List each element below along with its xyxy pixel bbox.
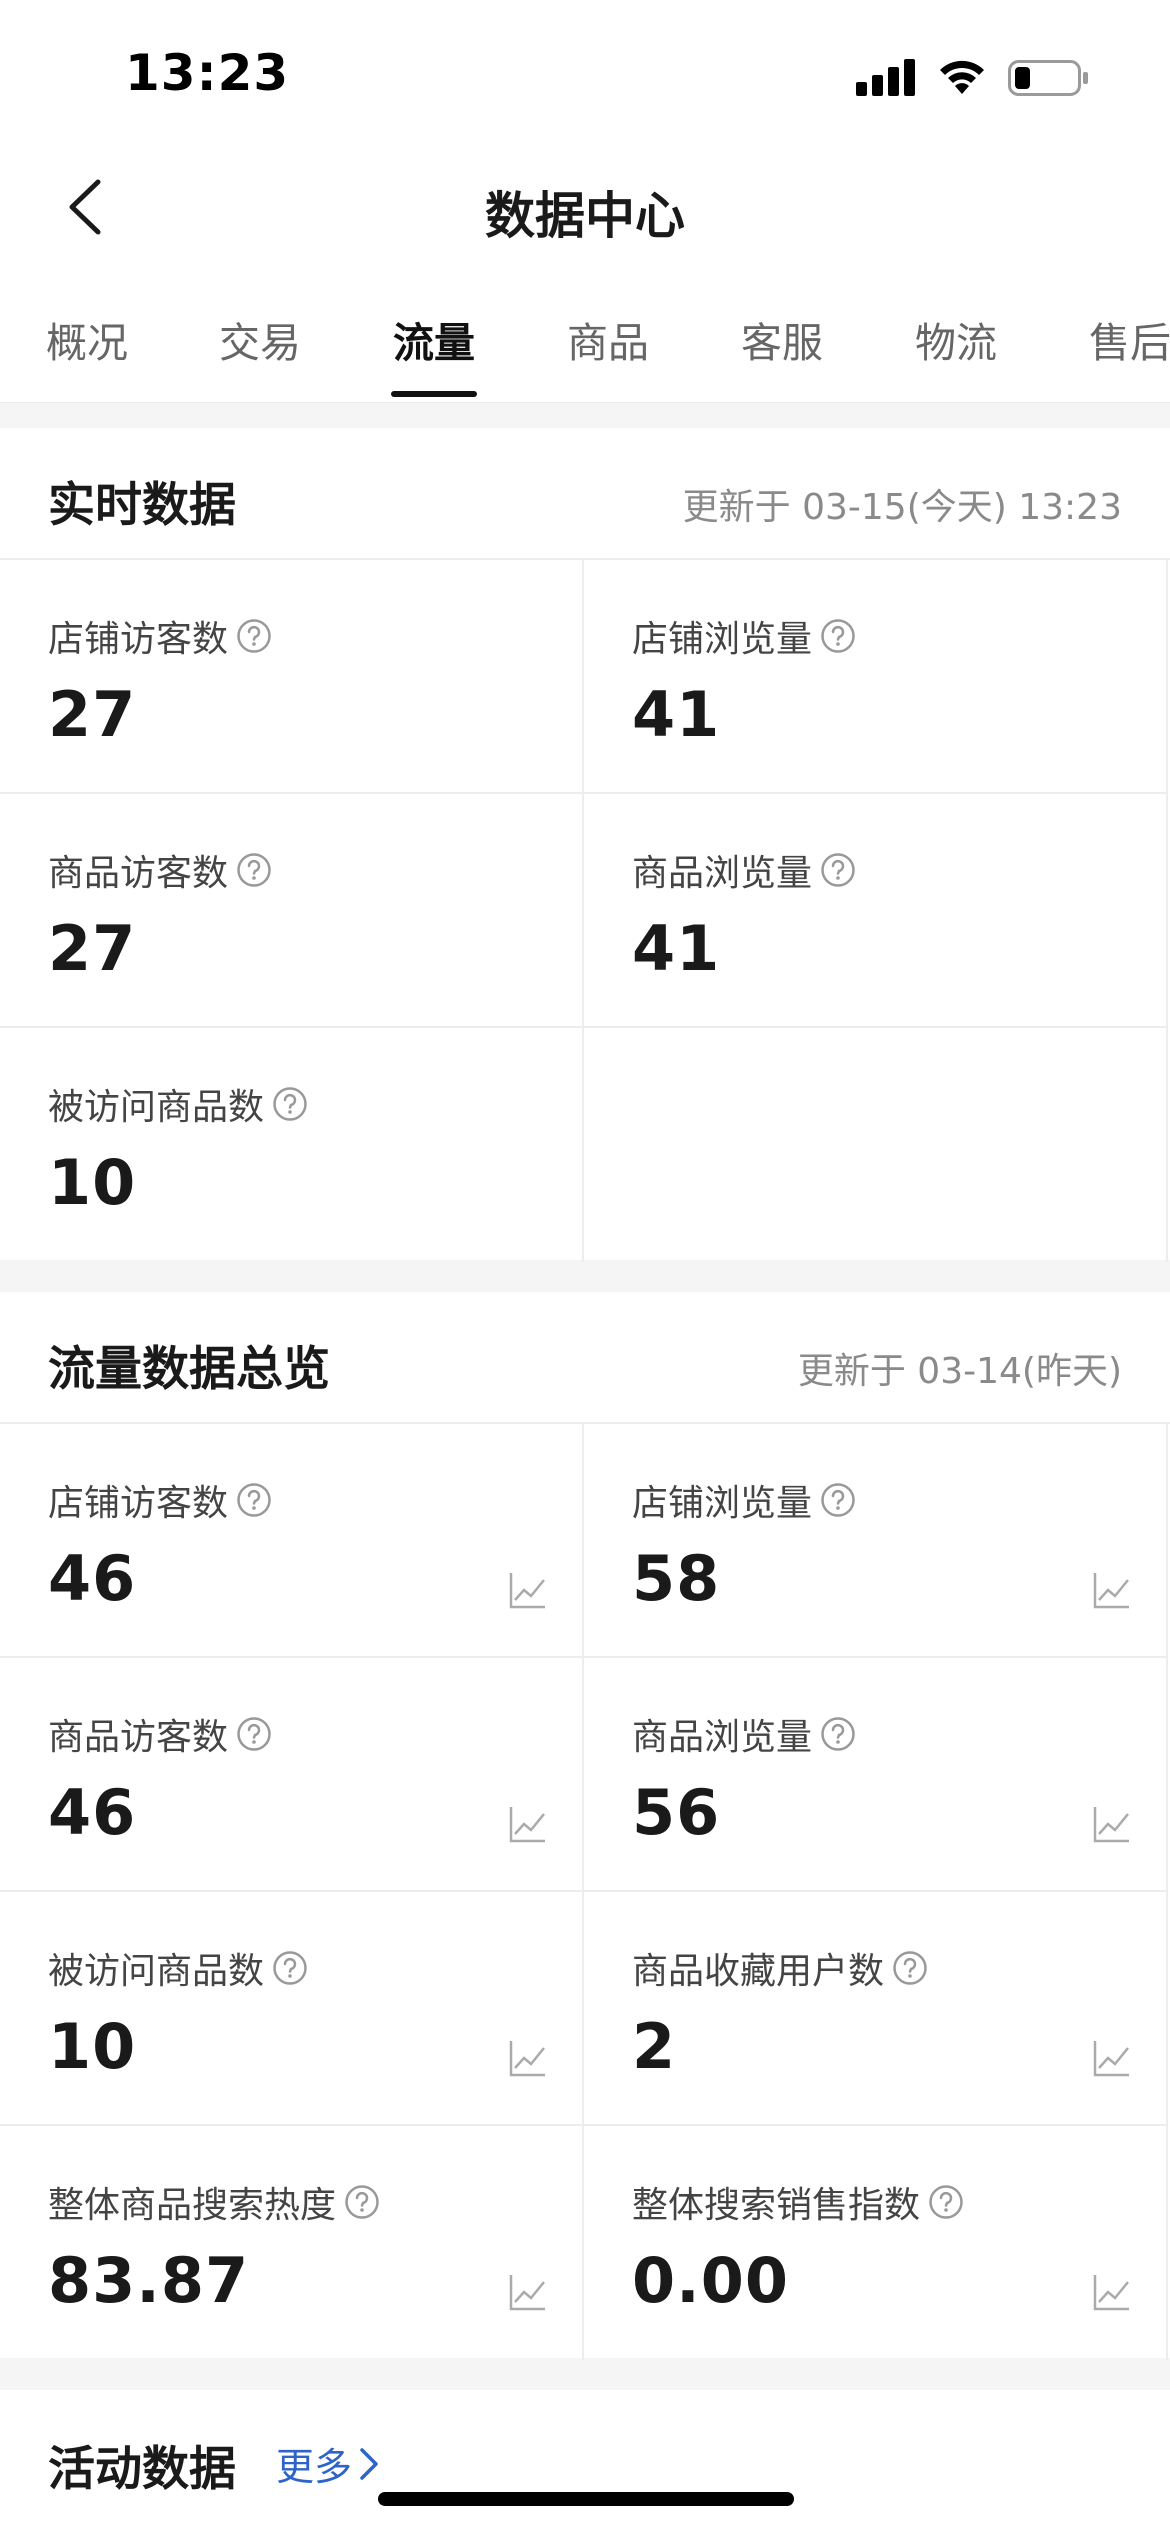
status-bar: 13:23	[0, 0, 1170, 150]
metric-label: 店铺浏览量	[632, 1483, 813, 1524]
tab-after-sales[interactable]: 售后	[1089, 309, 1170, 369]
metric-label: 商品浏览量	[632, 1717, 813, 1758]
page-title: 数据中心	[485, 187, 685, 245]
realtime-section-header: 实时数据 更新于 03-15(今天) 13:23	[0, 428, 1170, 560]
home-indicator	[378, 2492, 794, 2506]
help-icon[interactable]	[344, 2184, 380, 2220]
trend-chart-icon[interactable]	[508, 2038, 548, 2078]
update-time: 更新于 03-15(今天) 13:23	[682, 487, 1122, 528]
metric-card[interactable]: 商品浏览量 41	[584, 794, 1168, 1028]
trend-chart-icon[interactable]	[1092, 2038, 1132, 2078]
metric-value: 58	[632, 1542, 721, 1615]
metric-value: 83.87	[48, 2244, 250, 2317]
trend-chart-icon[interactable]	[508, 1804, 548, 1844]
metric-label: 商品浏览量	[632, 853, 813, 894]
trend-chart-icon[interactable]	[508, 2272, 548, 2312]
trend-chart-icon[interactable]	[1092, 2272, 1132, 2312]
metric-card[interactable]: 店铺访客数 46	[0, 1424, 584, 1658]
active-tab-indicator	[391, 391, 477, 397]
metric-card[interactable]: 整体搜索销售指数 0.00	[584, 2126, 1168, 2360]
metric-label: 整体商品搜索热度	[48, 2185, 337, 2226]
update-time: 更新于 03-14(昨天)	[797, 1351, 1122, 1392]
help-icon[interactable]	[892, 1950, 928, 1986]
battery-icon	[1008, 60, 1088, 96]
more-link[interactable]: 更多	[276, 2436, 380, 2491]
metric-value: 27	[48, 912, 137, 985]
help-icon[interactable]	[272, 1086, 308, 1122]
metric-card[interactable]: 商品收藏用户数 2	[584, 1892, 1168, 2126]
metric-value: 10	[48, 1146, 137, 1219]
metric-card[interactable]: 商品访客数 27	[0, 794, 584, 1028]
metric-card[interactable]: 商品浏览量 56	[584, 1658, 1168, 1892]
help-icon[interactable]	[272, 1950, 308, 1986]
metric-label: 被访问商品数	[48, 1951, 265, 1992]
tab-products[interactable]: 商品	[567, 309, 649, 369]
section-title: 流量数据总览	[48, 1342, 330, 1397]
trend-chart-icon[interactable]	[1092, 1804, 1132, 1844]
section-title: 实时数据	[48, 478, 236, 533]
help-icon[interactable]	[820, 1482, 856, 1518]
help-icon[interactable]	[236, 618, 272, 654]
trend-chart-icon[interactable]	[1092, 1570, 1132, 1610]
metric-value: 27	[48, 678, 137, 751]
activity-data-section: 活动数据 更多	[0, 2390, 1170, 2532]
tab-traffic[interactable]: 流量	[393, 309, 475, 369]
tab-bar: 概况 交易 流量 商品 客服 物流 售后	[0, 265, 1170, 403]
metric-card[interactable]: 店铺浏览量 58	[584, 1424, 1168, 1658]
metric-card[interactable]: 店铺访客数 27	[0, 560, 584, 794]
help-icon[interactable]	[236, 1482, 272, 1518]
navigation-bar: 数据中心	[0, 150, 1170, 265]
status-time: 13:23	[125, 44, 290, 102]
metric-card[interactable]: 商品访客数 46	[0, 1658, 584, 1892]
metric-card[interactable]: 整体商品搜索热度 83.87	[0, 2126, 584, 2360]
help-icon[interactable]	[820, 1716, 856, 1752]
more-label: 更多	[276, 2445, 353, 2489]
traffic-overview-section: 流量数据总览 更新于 03-14(昨天) 店铺访客数 46 店铺浏览量 58 商…	[0, 1292, 1170, 2360]
tab-transactions[interactable]: 交易	[219, 309, 301, 369]
metric-label: 店铺访客数	[48, 1483, 229, 1524]
metric-value: 0.00	[632, 2244, 789, 2317]
metric-label: 被访问商品数	[48, 1087, 265, 1128]
realtime-data-section: 实时数据 更新于 03-15(今天) 13:23 店铺访客数 27 店铺浏览量 …	[0, 428, 1170, 1262]
help-icon[interactable]	[820, 618, 856, 654]
metric-label: 商品访客数	[48, 853, 229, 894]
metric-value: 41	[632, 912, 721, 985]
metric-value: 10	[48, 2010, 137, 2083]
wifi-icon	[940, 60, 984, 94]
cellular-signal-icon	[856, 58, 916, 96]
metric-card[interactable]: 店铺浏览量 41	[584, 560, 1168, 794]
metric-value: 46	[48, 1776, 137, 1849]
trend-chart-icon[interactable]	[508, 1570, 548, 1610]
metric-card[interactable]: 被访问商品数 10	[0, 1028, 584, 1262]
metric-label: 整体搜索销售指数	[632, 2185, 921, 2226]
section-title: 活动数据	[48, 2442, 236, 2497]
help-icon[interactable]	[820, 852, 856, 888]
metric-label: 店铺浏览量	[632, 619, 813, 660]
help-icon[interactable]	[928, 2184, 964, 2220]
empty-cell	[584, 1028, 1168, 1262]
help-icon[interactable]	[236, 1716, 272, 1752]
metric-label: 商品收藏用户数	[632, 1951, 885, 1992]
chevron-right-icon	[360, 2447, 378, 2480]
help-icon[interactable]	[236, 852, 272, 888]
metric-label: 商品访客数	[48, 1717, 229, 1758]
metric-card[interactable]: 被访问商品数 10	[0, 1892, 584, 2126]
metric-label: 店铺访客数	[48, 619, 229, 660]
overview-section-header: 流量数据总览 更新于 03-14(昨天)	[0, 1292, 1170, 1424]
metric-value: 46	[48, 1542, 137, 1615]
data-center-screen: 13:23 数据中心 概况 交易 流量 商品 客服 物流 售后 实时数据 更新于…	[0, 0, 1170, 2532]
tab-logistics[interactable]: 物流	[915, 309, 997, 369]
metric-value: 56	[632, 1776, 721, 1849]
tab-customer-service[interactable]: 客服	[741, 309, 823, 369]
metric-value: 41	[632, 678, 721, 751]
metric-value: 2	[632, 2010, 677, 2083]
tab-overview[interactable]: 概况	[46, 309, 128, 369]
